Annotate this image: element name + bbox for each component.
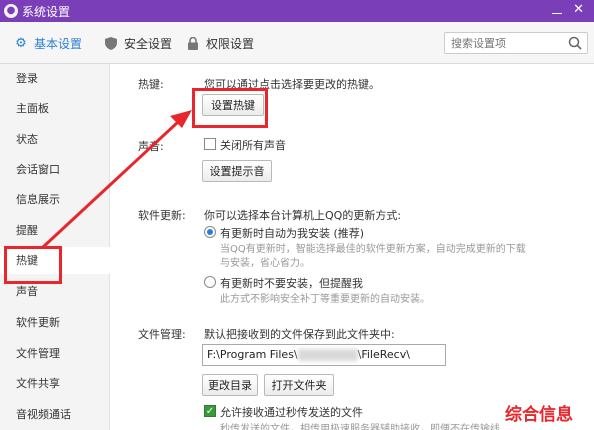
watermark: 综合信息 [505,405,573,425]
annotation-arrow [40,110,192,250]
